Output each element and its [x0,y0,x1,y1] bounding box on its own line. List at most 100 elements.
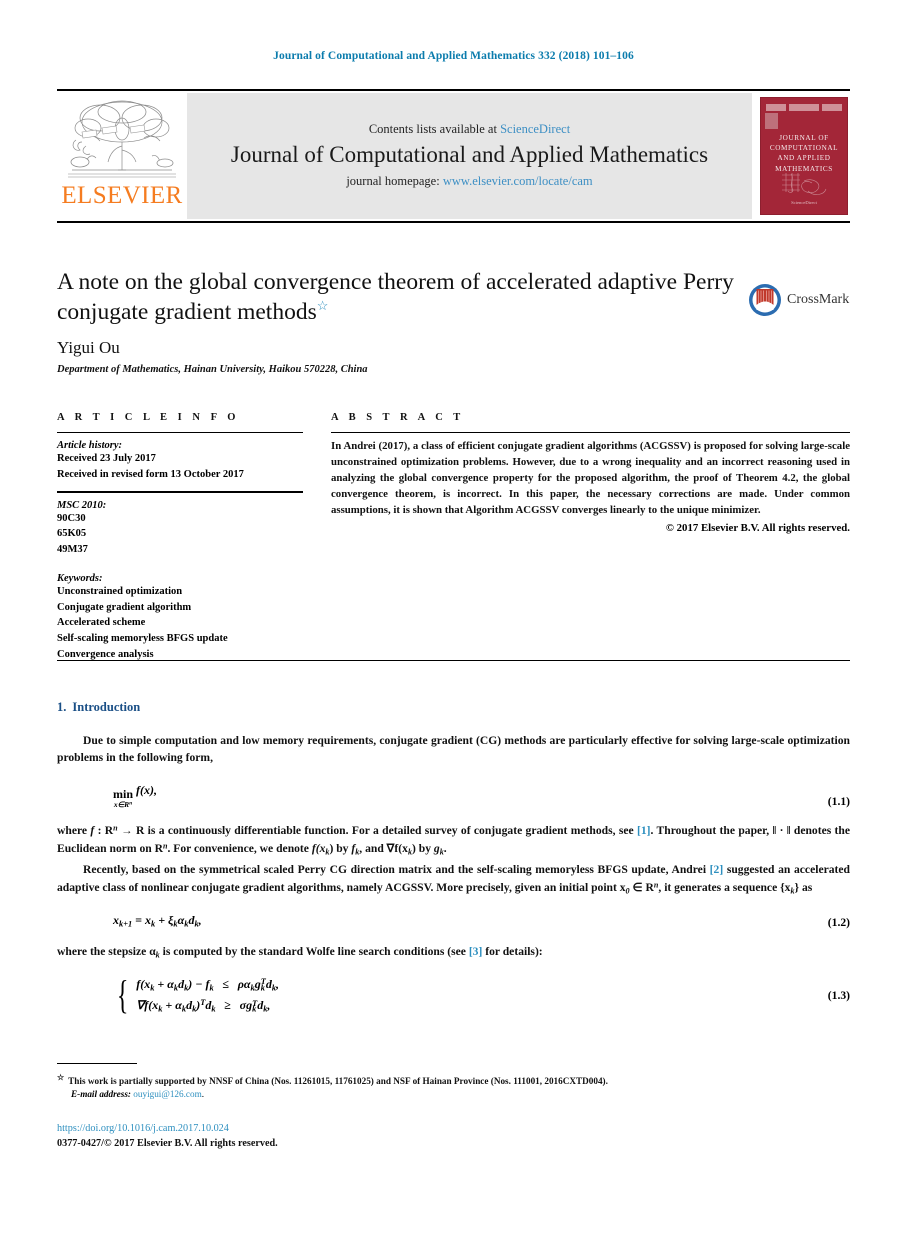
keywords-label: Keywords: [57,572,103,584]
citation-link-3[interactable]: [3] [469,945,483,958]
abstract-column: A B S T R A C T In Andrei (2017), a clas… [331,412,850,665]
text-run: : R [94,824,114,838]
paragraph-intro-1: Due to simple computation and low memory… [57,734,850,765]
symbol-fxk: f(xk [312,842,330,856]
citation-link-2[interactable]: [2] [710,863,724,876]
msc-label: MSC 2010: [57,499,107,511]
masthead-center: Contents lists available at ScienceDirec… [187,93,752,219]
wolfe-condition-2: ∇f(xk + αkdk)Tdk ≥ σgkTdk, [136,998,271,1014]
journal-title: Journal of Computational and Applied Mat… [230,141,709,167]
left-brace-icon: { [116,972,129,1018]
text-run: , it generates a sequence {x [658,880,791,894]
equation-1-2-number: (1.2) [827,915,850,929]
equation-1-1-number: (1.1) [827,795,850,809]
doi-link[interactable]: https://doi.org/10.1016/j.cam.2017.10.02… [57,1121,850,1136]
journal-homepage-line: journal homepage: www.elsevier.com/locat… [346,174,592,189]
paragraph-intro-3: Recently, based on the symmetrical scale… [57,861,850,897]
abstract-text: In Andrei (2017), a class of efficient c… [331,440,850,516]
text-run: } as [794,880,813,894]
section-heading-introduction: 1. Introduction [57,700,850,715]
email-period: . [201,1089,205,1100]
crossmark-icon [749,284,781,316]
wolfe-conditions-system: { f(xk + αkdk) − fk ≤ ραkgkTdk, ∇f(xk + … [113,972,798,1018]
info-abstract-row: A R T I C L E I N F O Article history: R… [57,412,850,665]
journal-masthead: ELSEVIER Contents lists available at Sci… [57,93,850,219]
text-run: Recently, based on the symmetrical scale… [83,863,710,877]
elsevier-tree-icon [68,100,176,178]
keyword-item: Accelerated scheme [57,617,146,629]
equation-1-3-number: (1.3) [827,988,850,1002]
text-run: , and ∇f(x [359,841,408,855]
text-run: . [443,841,447,855]
symbol-gk: gk [433,841,444,857]
cover-image: JOURNAL OF COMPUTATIONAL AND APPLIED MAT… [760,97,848,215]
masthead-top-rule [57,89,850,91]
abstract-heading: A B S T R A C T [331,412,465,423]
msc-rule [57,490,303,493]
text-run: ∈ R [629,880,654,894]
article-info-rule [57,432,303,433]
journal-cover-thumbnail[interactable]: JOURNAL OF COMPUTATIONAL AND APPLIED MAT… [752,93,850,219]
min-domain-dim: n [129,800,133,807]
page-title: A note on the global convergence theorem… [57,268,747,328]
masthead-bottom-rule [57,221,850,223]
section-title: Introduction [72,700,141,714]
msc-code: 49M37 [57,544,88,555]
equation-1-2-body: xk+1 = xk + ξkαkdk, [113,913,202,929]
article-info-heading: A R T I C L E I N F O [57,412,240,423]
wolfe-condition-1: f(xk + αkdk) − fk ≤ ραkgkTdk, [136,976,280,993]
author-affiliation: Department of Mathematics, Hainan Univer… [57,363,368,375]
equation-1-1: min x∈Rn f(x), (1.1) [57,783,850,809]
abstract-rule [331,432,850,433]
msc-group: MSC 2010: 90C30 65K05 49M37 [57,500,303,558]
citation-link-1[interactable]: [1] [637,824,651,837]
paragraph-intro-2: where f : Rn → R is a continuously diffe… [57,822,850,858]
msc-code: 90C30 [57,512,86,524]
objective-function: f(x), [136,782,158,797]
equation-1-2: xk+1 = xk + ξkαkdk, (1.2) [57,913,850,928]
homepage-prefix: journal homepage: [346,174,443,189]
text-run: where [57,824,91,838]
footnote-block: ☆ This work is partially supported by NNS… [57,1072,850,1102]
keyword-item: Conjugate gradient algorithm [57,601,192,613]
body-separator-rule [57,660,850,661]
email-label: E-mail address: [71,1089,131,1100]
min-subscript: x∈Rn [114,801,132,809]
elsevier-logo: ELSEVIER [57,93,187,219]
text-run: ) by [329,841,352,855]
cover-figure-icon [782,173,827,195]
cover-title-text: JOURNAL OF COMPUTATIONAL AND APPLIED MAT… [769,134,839,173]
abstract-copyright: © 2017 Elsevier B.V. All rights reserved… [665,521,850,534]
keywords-group: Keywords: Unconstrained optimization Con… [57,573,303,663]
equation-1-3-body: { f(xk + αkdk) − fk ≤ ραkgkTdk, ∇f(xk + … [57,972,798,1018]
cover-elsevier-mark-icon [765,113,778,129]
equation-1-3: { f(xk + αkdk) − fk ≤ ραkgkTdk, ∇f(xk + … [57,972,850,1018]
crossmark-badge[interactable]: CrossMark [748,278,850,322]
funding-note: ☆ This work is partially supported by NNS… [57,1072,850,1088]
equation-1-1-body: min x∈Rn f(x), [57,783,798,809]
article-info-column: A R T I C L E I N F O Article history: R… [57,412,303,665]
author-name: Yigui Ou [57,337,120,357]
footnote-marker: ☆ [57,1073,65,1082]
sciencedirect-link[interactable]: ScienceDirect [500,122,570,136]
cover-top-bars [766,104,842,111]
article-history-revised: Received in revised form 13 October 2017 [57,468,244,480]
crossmark-label: CrossMark [787,292,850,307]
keyword-item: Self-scaling memoryless BFGS update [57,633,228,644]
contents-available-line: Contents lists available at ScienceDirec… [369,122,570,137]
contents-prefix: Contents lists available at [368,121,501,136]
paragraph-intro-4: where the stepsize αk is computed by the… [57,943,850,961]
min-operator: min x∈Rn [113,787,133,809]
journal-homepage-link[interactable]: www.elsevier.com/locate/cam [443,174,593,188]
article-history-received: Received 23 July 2017 [57,453,156,464]
msc-code: 65K05 [57,528,87,540]
title-footnote-marker: ☆ [316,298,329,314]
section-number: 1. [57,700,67,714]
text-run: is computed by the standard Wolfe line s… [159,944,469,958]
author-email-link[interactable]: ouyigui@126.com [133,1089,201,1099]
text-run: ) by [412,841,434,855]
text-run: . For convenience, we denote [167,841,312,855]
article-history-label: Article history: [57,440,123,451]
text-run: for details): [482,944,543,958]
